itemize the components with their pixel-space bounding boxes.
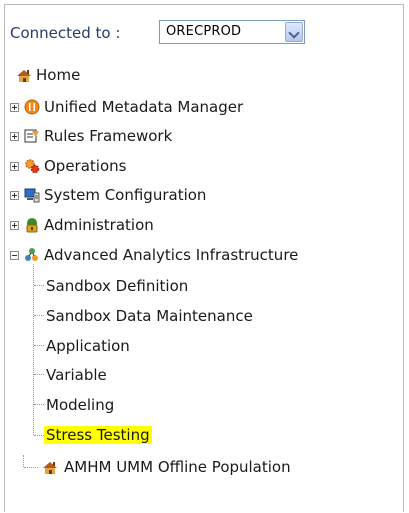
house-icon <box>43 462 57 474</box>
administration-icon <box>26 218 38 233</box>
tree-connector <box>34 345 44 346</box>
tree-item-unified-metadata-manager[interactable]: Unified Metadata Manager <box>0 96 400 118</box>
tree-connector <box>34 404 44 405</box>
tree-connector <box>34 435 44 436</box>
expand-icon[interactable] <box>10 132 19 141</box>
tree-child-label: Sandbox Definition <box>46 277 189 295</box>
tree-item-label: AMHM UMM Offline Population <box>64 458 291 476</box>
tree-item-home[interactable]: Home <box>0 64 400 86</box>
tree-item-administration[interactable]: Administration <box>0 214 400 236</box>
house-icon <box>17 70 31 82</box>
tree-item-home-label: Home <box>36 66 81 84</box>
collapse-icon[interactable] <box>10 251 19 260</box>
tree-item-label: Rules Framework <box>44 127 173 145</box>
rules-icon <box>24 129 39 143</box>
tree-child-label: Modeling <box>46 396 115 414</box>
system-config-icon <box>24 188 40 203</box>
connection-select[interactable]: ORECPROD <box>159 20 305 44</box>
tree-connector <box>34 315 44 316</box>
umm-icon <box>24 99 40 115</box>
tree-child-label: Variable <box>46 366 107 384</box>
tree-child-label: Sandbox Data Maintenance <box>46 307 253 325</box>
connection-select-value: ORECPROD <box>166 24 242 39</box>
tree-item-label: Advanced Analytics Infrastructure <box>44 246 299 264</box>
tree-item-rules-framework[interactable]: Rules Framework <box>0 125 400 147</box>
tree-child-label: Application <box>46 337 130 355</box>
expand-icon[interactable] <box>10 162 19 171</box>
tree-item-label: Operations <box>44 157 127 175</box>
expand-icon[interactable] <box>10 221 19 230</box>
tree-item-advanced-analytics-infrastructure[interactable]: Advanced Analytics Infrastructure <box>0 244 400 266</box>
tree-item-label: System Configuration <box>44 186 207 204</box>
connected-to-label: Connected to : <box>10 24 121 42</box>
tree-item-operations[interactable]: Operations <box>0 155 400 177</box>
tree-item-amhm-umm-offline-population[interactable]: AMHM UMM Offline Population <box>0 456 400 478</box>
chevron-down-icon[interactable] <box>285 22 303 42</box>
expand-icon[interactable] <box>10 191 19 200</box>
tree-connector <box>34 374 44 375</box>
tree-connector <box>33 264 34 435</box>
tree-item-label: Unified Metadata Manager <box>44 98 244 116</box>
connection-bar: Connected to : <box>10 20 120 46</box>
tree-item-label: Administration <box>44 216 154 234</box>
expand-icon[interactable] <box>10 103 19 112</box>
tree-child-label-selected: Stress Testing <box>44 426 152 444</box>
tree-connector <box>34 285 44 286</box>
operations-icon <box>25 159 40 174</box>
analytics-icon <box>25 248 38 261</box>
tree-item-system-configuration[interactable]: System Configuration <box>0 184 400 206</box>
